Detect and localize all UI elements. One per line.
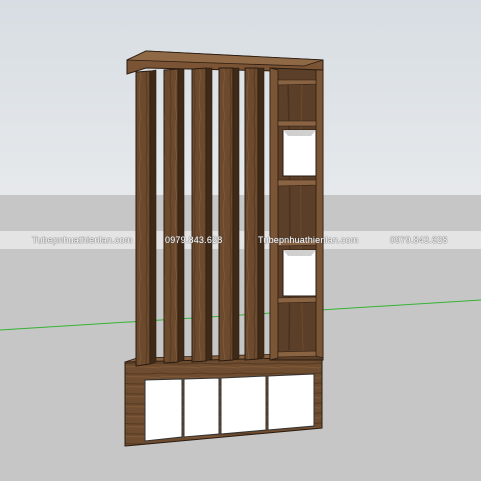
cabinet-door-4 bbox=[267, 373, 315, 431]
slat-1 bbox=[135, 70, 151, 367]
sky bbox=[0, 0, 481, 195]
watermark-text-1: Tubepnhuathienlan.com bbox=[32, 235, 133, 245]
slat-3 bbox=[191, 67, 207, 363]
vertical-slats bbox=[135, 67, 265, 367]
cabinet-door-3 bbox=[220, 375, 267, 435]
slat-5 bbox=[244, 67, 259, 361]
watermark-text-3: Tubepnhuathienlan.com bbox=[258, 235, 359, 245]
shelf-opening-upper bbox=[282, 129, 317, 177]
watermark-text-2: 0979.843.628 bbox=[165, 235, 223, 245]
shelf-opening-lower bbox=[282, 249, 317, 297]
cabinet-door-1 bbox=[144, 378, 183, 442]
cabinet-door-2 bbox=[183, 377, 220, 438]
slat-2 bbox=[163, 68, 179, 364]
slat-4 bbox=[218, 67, 234, 362]
watermark-text-4: 0979.843.628 bbox=[390, 235, 448, 245]
shelf-unit bbox=[269, 67, 324, 361]
